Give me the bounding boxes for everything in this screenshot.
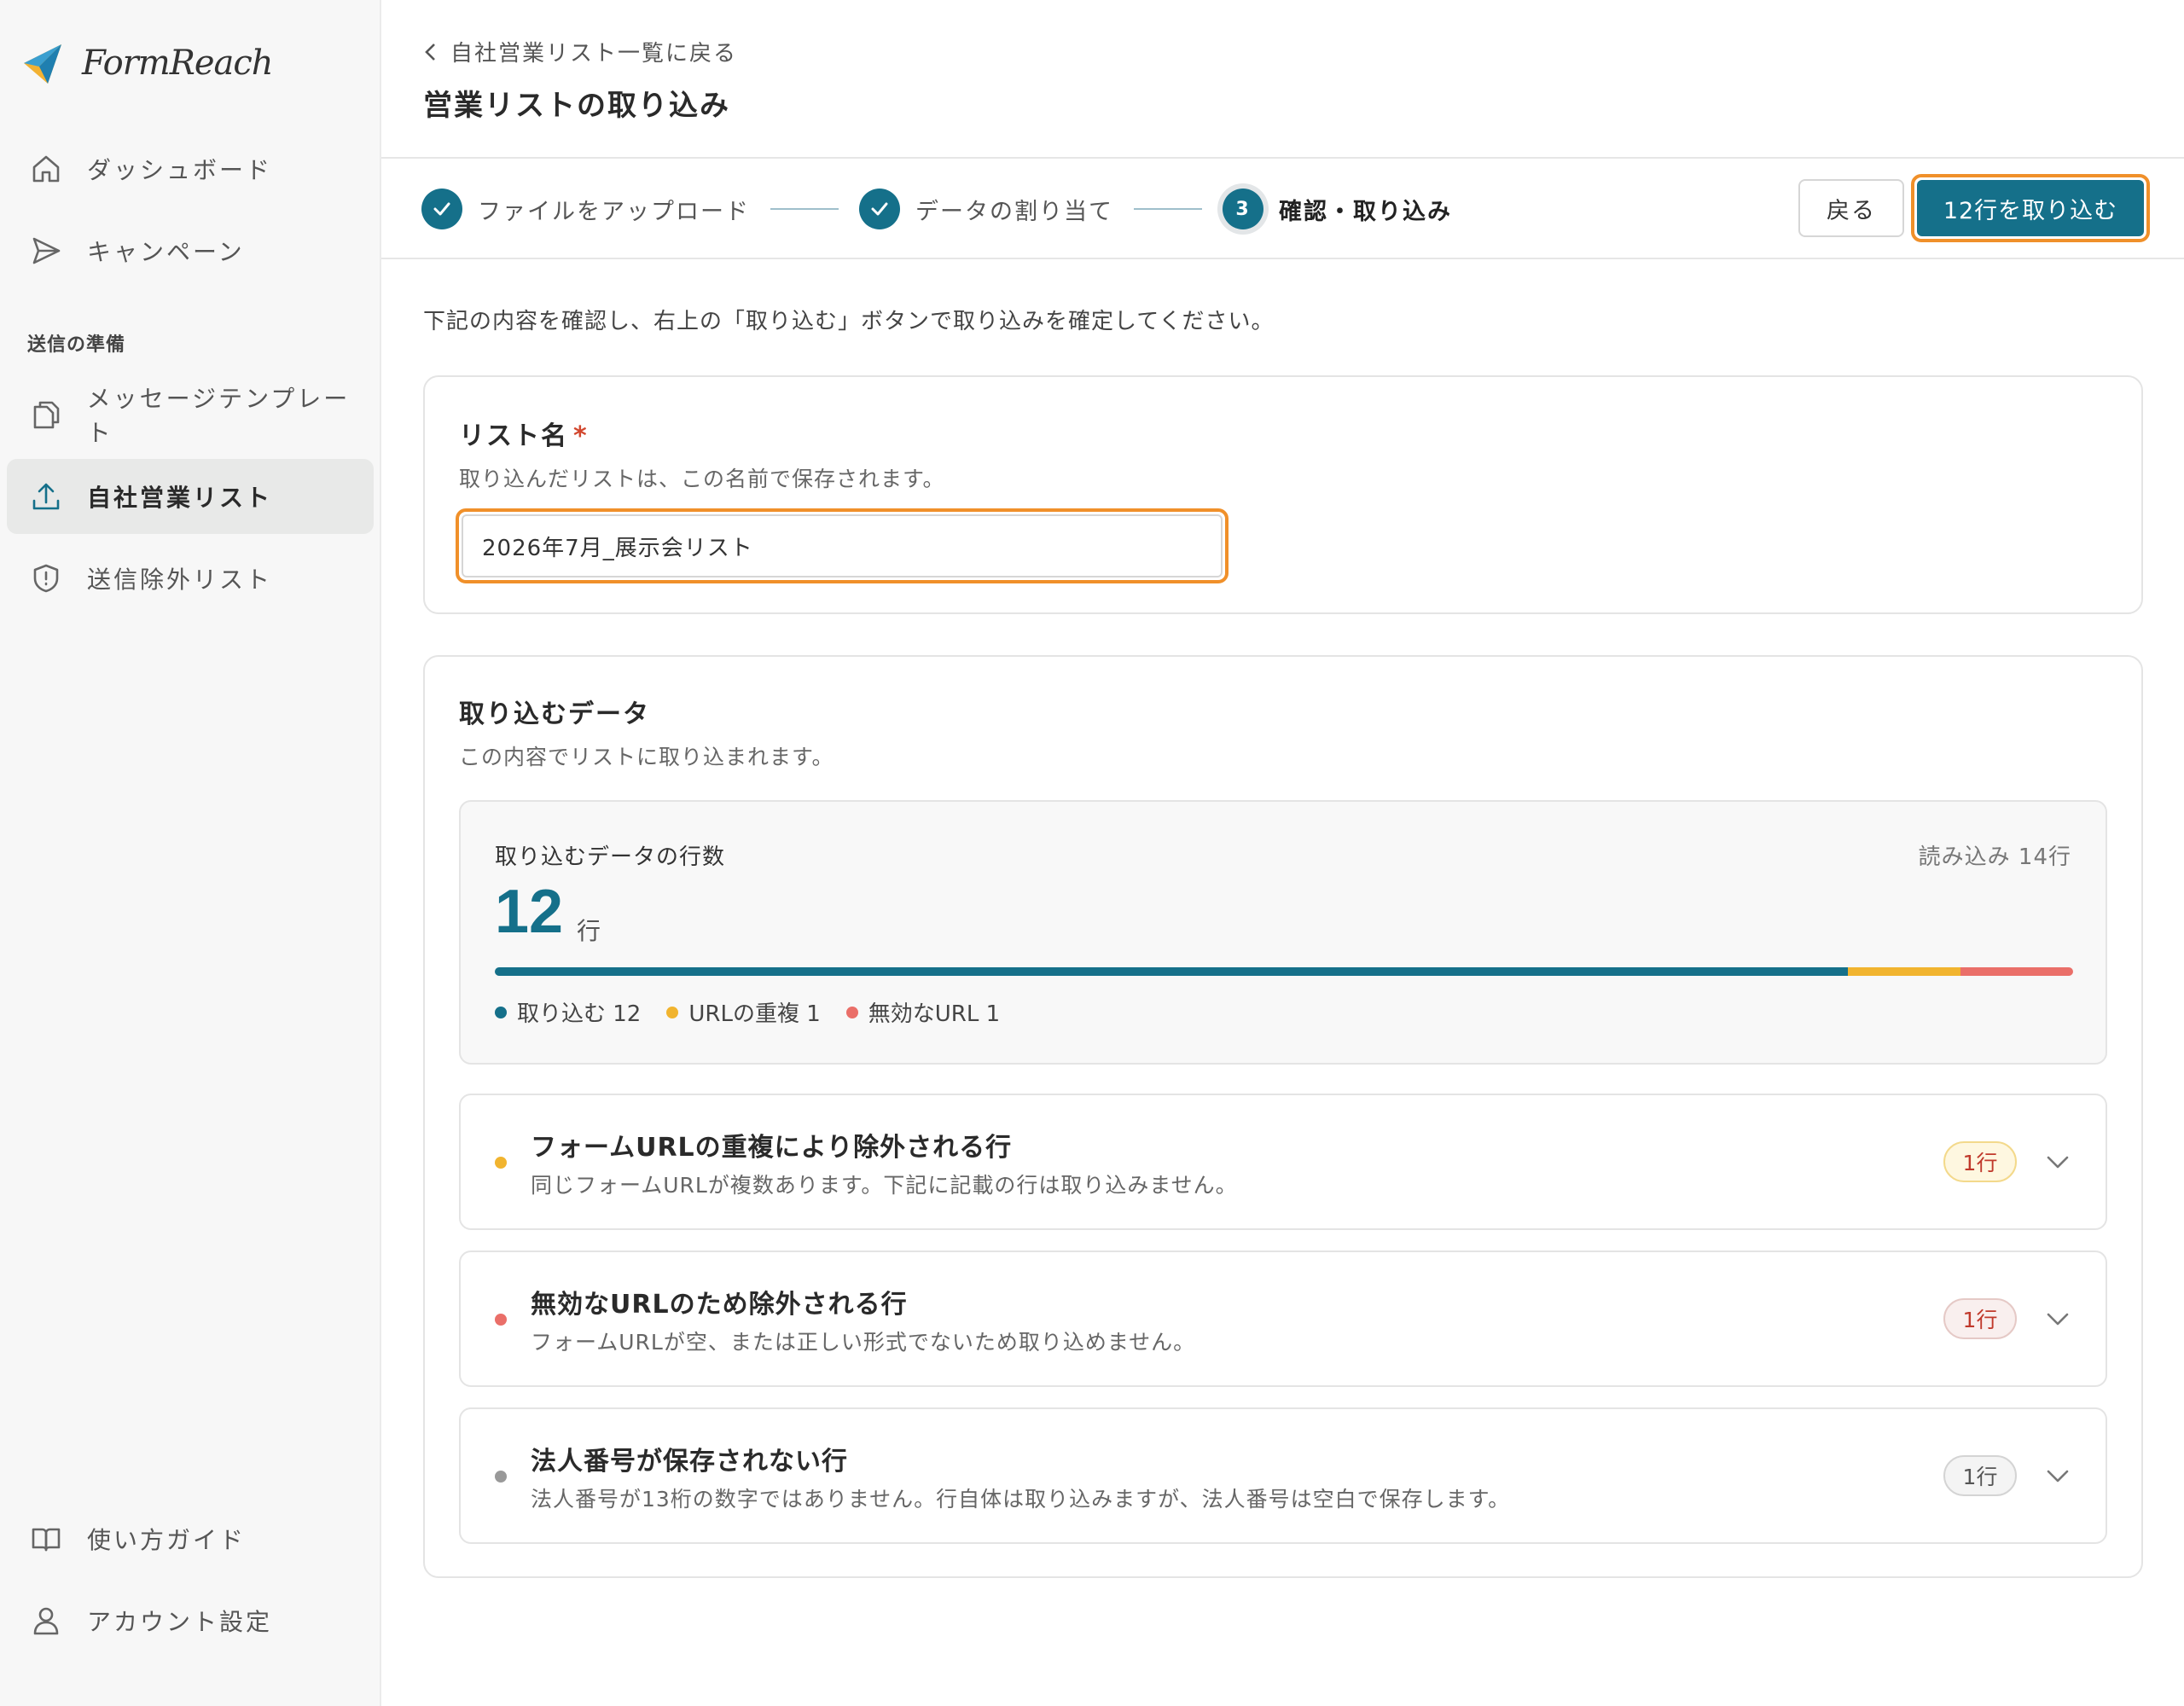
app-name: FormReach	[82, 44, 273, 83]
upload-icon	[29, 479, 63, 514]
status-dot	[495, 1157, 507, 1169]
corporate-number-not-saved-row[interactable]: 法人番号が保存されない行 法人番号が13桁の数字ではありません。行自体は取り込み…	[459, 1407, 2107, 1544]
row-title: 法人番号が保存されない行	[531, 1447, 848, 1477]
step-mapping: データの割り当て	[859, 189, 1113, 229]
intro-text: 下記の内容を確認し、右上の「取り込む」ボタンで取り込みを確定してください。	[423, 309, 1275, 334]
list-name-help: 取り込んだリストは、この名前で保存されます。	[459, 467, 945, 491]
import-data-help: この内容でリストに取り込まれます。	[459, 745, 834, 769]
step-label: ファイルをアップロード	[478, 198, 750, 225]
shield-icon	[29, 561, 63, 595]
list-name-input[interactable]: 2026年7月_展示会リスト	[462, 514, 1223, 577]
send-icon	[29, 234, 63, 268]
copy-icon	[29, 397, 63, 432]
sidebar-item-label: 自社営業リスト	[87, 484, 273, 512]
row-count-badge: 1行	[1943, 1141, 2017, 1182]
check-icon	[859, 189, 900, 229]
list-name-focus-ring: 2026年7月_展示会リスト	[456, 508, 1228, 583]
sidebar-item-label: 送信除外リスト	[87, 566, 273, 594]
import-count: 12	[495, 878, 564, 946]
row-breakdown-bar	[495, 967, 2073, 976]
bar-segment-invalid	[1960, 967, 2073, 976]
legend-item-import: 取り込む 12	[495, 996, 641, 1028]
sidebar-item-label: アカウント設定	[87, 1608, 273, 1636]
import-data-title: 取り込むデータ	[459, 699, 650, 729]
sidebar-item-company-sales-list[interactable]: 自社営業リスト	[7, 459, 374, 534]
legend-label: 無効なURL 1	[868, 1001, 1001, 1027]
step-label: データの割り当て	[915, 198, 1113, 225]
legend-dot	[845, 1006, 858, 1018]
summary-label: 取り込むデータの行数	[495, 844, 726, 870]
row-title: フォームURLの重複により除外される行	[531, 1133, 1013, 1163]
chevron-down-icon[interactable]	[2044, 1307, 2071, 1331]
page-title: 営業リストの取り込み	[423, 89, 730, 123]
sidebar-item-label: 使い方ガイド	[87, 1526, 247, 1554]
back-button[interactable]: 戻る	[1798, 179, 1904, 237]
status-dot	[495, 1471, 507, 1483]
sidebar-item-label: キャンペーン	[87, 238, 245, 266]
logo[interactable]: FormReach	[22, 39, 273, 87]
sidebar-item-message-template[interactable]: メッセージテンプレート	[7, 377, 374, 452]
sidebar: FormReach ダッシュボード キャンペーン 送信の準備 メッセージテンプレ…	[0, 0, 381, 1706]
excluded-duplicate-url-row[interactable]: フォームURLの重複により除外される行 同じフォームURLが複数あります。下記に…	[459, 1094, 2107, 1230]
book-icon	[29, 1522, 63, 1556]
legend-dot	[495, 1006, 507, 1018]
required-mark: *	[573, 421, 589, 451]
chevron-down-icon[interactable]	[2044, 1150, 2071, 1174]
steps-divider	[381, 258, 2184, 259]
import-data-card: 取り込むデータ この内容でリストに取り込まれます。 取り込むデータの行数 読み込…	[423, 655, 2143, 1578]
user-icon	[29, 1604, 63, 1638]
check-icon	[421, 189, 462, 229]
step-confirm: 3 確認・取り込み	[1223, 189, 1452, 229]
row-description: フォームURLが空、または正しい形式でないため取り込めません。	[531, 1330, 1196, 1355]
section-label: 送信の準備	[27, 334, 126, 356]
status-dot	[495, 1314, 507, 1326]
row-count-badge: 1行	[1943, 1455, 2017, 1496]
list-name-card: リスト名 * 取り込んだリストは、この名前で保存されます。 2026年7月_展示会…	[423, 375, 2143, 614]
back-link-label: 自社営業リスト一覧に戻る	[450, 41, 738, 67]
step-connector	[770, 208, 839, 210]
sidebar-item-label: メッセージテンプレート	[86, 385, 351, 447]
home-icon	[29, 152, 63, 186]
legend: 取り込む 12 URLの重複 1 無効なURL 1	[495, 996, 1025, 1028]
sidebar-item-guide[interactable]: 使い方ガイド	[7, 1501, 374, 1576]
step-connector	[1134, 208, 1202, 210]
import-button[interactable]: 12行を取り込む	[1917, 180, 2144, 236]
row-description: 法人番号が13桁の数字ではありません。行自体は取り込みますが、法人番号は空白で保…	[531, 1487, 1511, 1512]
step-upload: ファイルをアップロード	[421, 189, 750, 229]
legend-item-duplicate: URLの重複 1	[666, 996, 821, 1028]
row-description: 同じフォームURLが複数あります。下記に記載の行は取り込みません。	[531, 1173, 1238, 1198]
step-number: 3	[1223, 189, 1263, 229]
legend-label: 取り込む 12	[517, 1001, 642, 1027]
header-divider	[381, 157, 2184, 159]
sidebar-item-campaign[interactable]: キャンペーン	[7, 213, 374, 288]
chevron-down-icon[interactable]	[2044, 1464, 2071, 1488]
stepper: ファイルをアップロード データの割り当て 3 確認・取り込み	[421, 183, 1452, 235]
list-name-title-text: リスト名	[459, 421, 568, 451]
import-button-focus-ring: 12行を取り込む	[1911, 174, 2150, 242]
row-count-badge: 1行	[1943, 1298, 2017, 1339]
sidebar-item-exclusion-list[interactable]: 送信除外リスト	[7, 541, 374, 616]
row-title: 無効なURLのため除外される行	[531, 1290, 908, 1320]
sidebar-item-label: ダッシュボード	[87, 156, 273, 184]
sidebar-item-dashboard[interactable]: ダッシュボード	[7, 131, 374, 206]
back-link[interactable]: 自社営業リスト一覧に戻る	[421, 36, 737, 67]
list-name-title: リスト名 *	[459, 415, 589, 452]
bar-segment-import	[495, 967, 1848, 976]
row-count-summary: 取り込むデータの行数 読み込み 14行 12 行 取り込む 12 URLの重複 …	[459, 800, 2107, 1065]
paper-plane-logo-icon	[24, 44, 61, 84]
bar-segment-duplicate	[1847, 967, 1960, 976]
excluded-invalid-url-row[interactable]: 無効なURLのため除外される行 フォームURLが空、または正しい形式でないため取…	[459, 1250, 2107, 1387]
chevron-left-icon	[425, 43, 435, 61]
legend-label: URLの重複 1	[688, 1001, 821, 1027]
import-count-unit: 行	[577, 917, 601, 945]
legend-dot	[666, 1006, 679, 1018]
legend-item-invalid: 無効なURL 1	[845, 996, 1001, 1028]
step-label: 確認・取り込み	[1279, 198, 1452, 225]
read-total: 読み込み 14行	[1918, 844, 2071, 870]
sidebar-item-account-settings[interactable]: アカウント設定	[7, 1583, 374, 1658]
